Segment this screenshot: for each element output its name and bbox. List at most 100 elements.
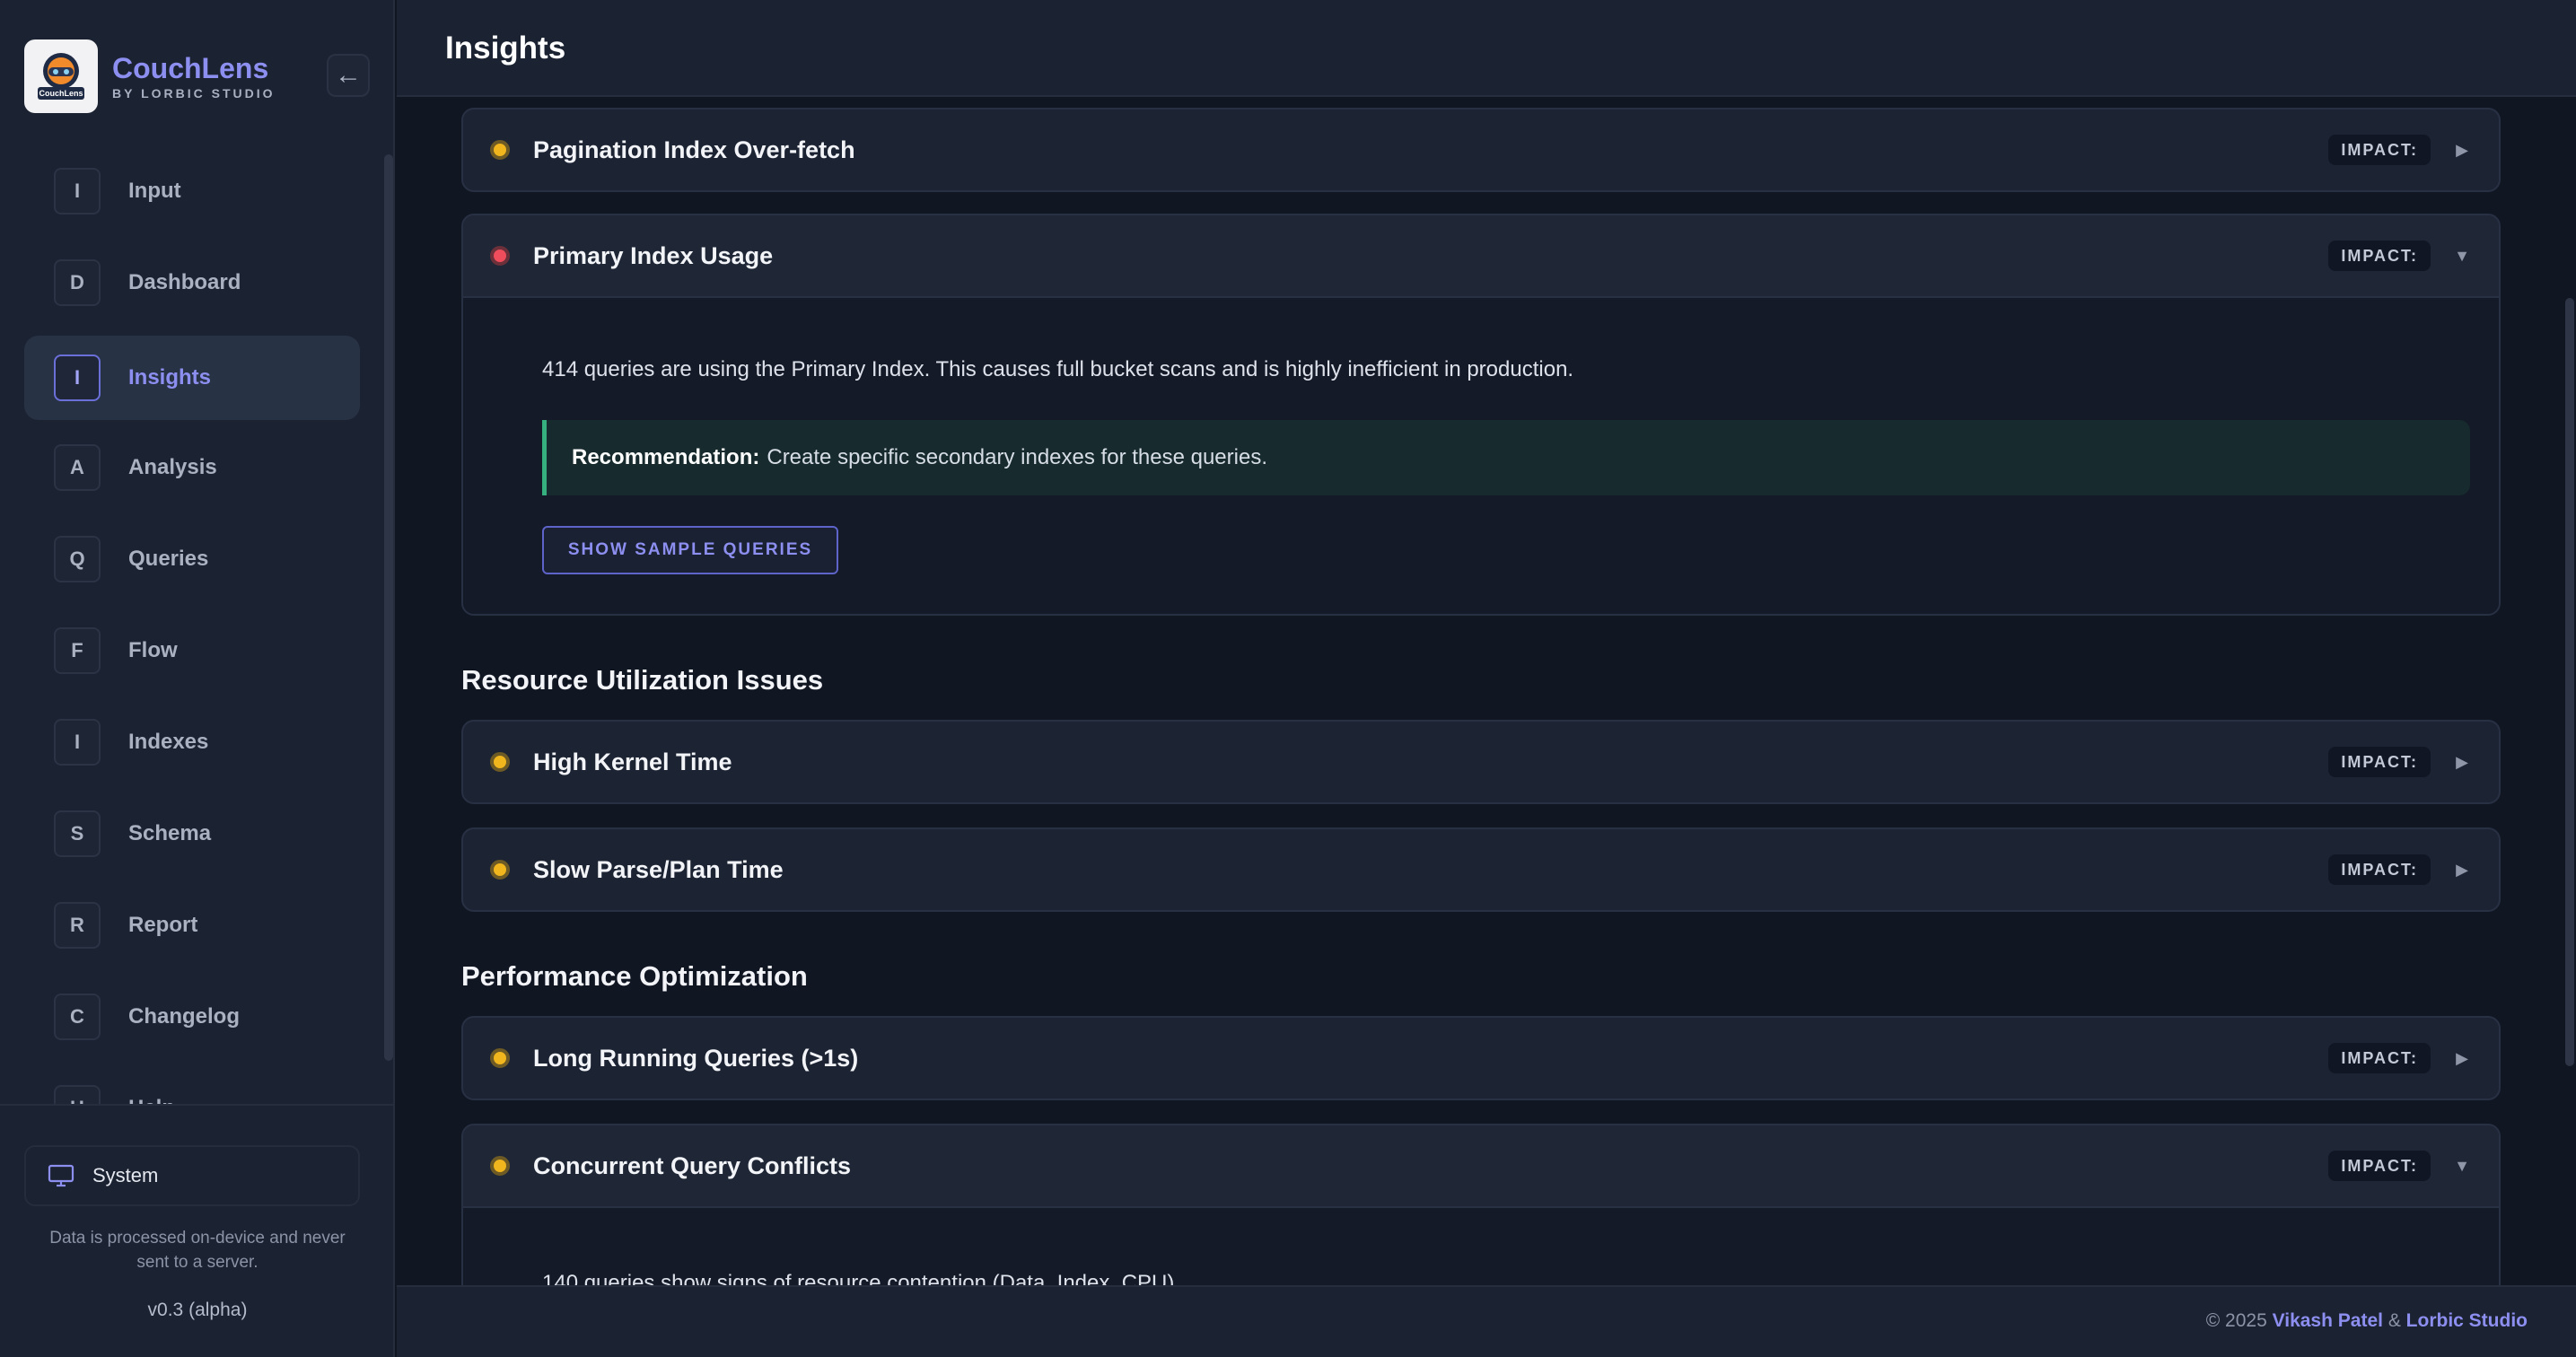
insight-title: High Kernel Time	[533, 749, 732, 775]
logo-icon: CouchLens	[38, 53, 84, 100]
insight-card: Slow Parse/Plan Time IMPACT: ▶	[461, 827, 2501, 912]
insight-description: 140 queries show signs of resource conte…	[542, 1271, 1181, 1285]
studio-link[interactable]: Lorbic Studio	[2406, 1310, 2528, 1331]
sidebar-item-label: Input	[128, 179, 181, 203]
nav-letter-icon: A	[54, 444, 101, 491]
logo: CouchLens	[24, 39, 98, 113]
impact-badge: IMPACT:	[2328, 135, 2431, 165]
insight-card: Pagination Index Over-fetch IMPACT: ▶	[461, 108, 2501, 192]
section-title: Resource Utilization Issues	[461, 664, 824, 696]
chevron-down-icon[interactable]: ▼	[2452, 1152, 2472, 1179]
chevron-down-icon[interactable]: ▼	[2452, 242, 2472, 269]
insight-description: 414 queries are using the Primary Index.…	[542, 357, 1574, 381]
insight-title: Long Running Queries (>1s)	[533, 1045, 859, 1072]
insight-card-header[interactable]: Slow Parse/Plan Time IMPACT: ▶	[463, 829, 2499, 910]
sidebar-item-label: Schema	[128, 821, 212, 845]
impact-badge: IMPACT:	[2328, 747, 2431, 777]
sidebar-item-label: Flow	[128, 638, 178, 662]
nav-letter-icon: I	[54, 719, 101, 766]
warning-dot-icon	[490, 860, 510, 880]
chevron-right-icon[interactable]: ▶	[2452, 1045, 2472, 1072]
insight-title: Slow Parse/Plan Time	[533, 856, 784, 883]
show-sample-queries-button[interactable]: SHOW SAMPLE QUERIES	[542, 526, 838, 574]
nav-letter-icon: R	[54, 902, 101, 949]
top-bar: Insights	[397, 0, 2576, 97]
section-title: Performance Optimization	[461, 960, 808, 992]
insight-card-header[interactable]: Pagination Index Over-fetch IMPACT: ▶	[463, 109, 2499, 190]
sidebar-item-label: Insights	[128, 365, 212, 390]
critical-dot-icon	[490, 246, 510, 266]
sidebar-item-changelog[interactable]: C Changelog	[24, 975, 360, 1059]
sidebar-footer: System Data is processed on-device and n…	[0, 1104, 395, 1357]
sidebar-item-help[interactable]: H Help	[24, 1066, 360, 1106]
recommendation-box: Recommendation: Create specific secondar…	[542, 420, 2470, 495]
nav-letter-icon: D	[54, 259, 101, 306]
nav-letter-icon: I	[54, 355, 101, 401]
author-link[interactable]: Vikash Patel	[2273, 1310, 2383, 1331]
insight-card: High Kernel Time IMPACT: ▶	[461, 720, 2501, 804]
warning-dot-icon	[490, 1048, 510, 1068]
sidebar-item-indexes[interactable]: I Indexes	[24, 700, 360, 784]
insight-title: Concurrent Query Conflicts	[533, 1152, 852, 1179]
insight-card-header[interactable]: Long Running Queries (>1s) IMPACT: ▶	[463, 1018, 2499, 1099]
sidebar-item-analysis[interactable]: A Analysis	[24, 425, 360, 510]
impact-badge: IMPACT:	[2328, 1043, 2431, 1073]
main-scrollbar[interactable]	[2565, 298, 2574, 1066]
chevron-right-icon[interactable]: ▶	[2452, 856, 2472, 883]
nav-letter-icon: I	[54, 168, 101, 214]
logo-text: CouchLens	[39, 89, 83, 98]
nav-letter-icon: S	[54, 810, 101, 857]
insight-card-header[interactable]: Primary Index Usage IMPACT: ▼	[463, 215, 2499, 298]
warning-dot-icon	[490, 752, 510, 772]
chevron-right-icon[interactable]: ▶	[2452, 749, 2472, 775]
sidebar-item-label: Changelog	[128, 1004, 240, 1029]
sidebar-item-label: Indexes	[128, 730, 209, 754]
warning-dot-icon	[490, 1156, 510, 1176]
brand-subtitle: BY LORBIC STUDIO	[112, 86, 276, 101]
warning-dot-icon	[490, 140, 510, 160]
recommendation-label: Recommendation:	[572, 445, 760, 469]
sidebar-scrollbar[interactable]	[384, 154, 393, 1061]
theme-label: System	[92, 1164, 159, 1186]
impact-badge: IMPACT:	[2328, 241, 2431, 271]
footer-copyright: © 2025	[2205, 1310, 2267, 1331]
impact-badge: IMPACT:	[2328, 854, 2431, 885]
theme-toggle-button[interactable]: System	[24, 1145, 360, 1206]
insight-title: Pagination Index Over-fetch	[533, 136, 855, 163]
sidebar-item-label: Queries	[128, 547, 209, 571]
nav-letter-icon: H	[54, 1085, 101, 1106]
nav-letter-icon: C	[54, 994, 101, 1040]
chevron-right-icon[interactable]: ▶	[2452, 136, 2472, 163]
nav-letter-icon: Q	[54, 536, 101, 582]
sidebar: CouchLens CouchLens BY LORBIC STUDIO ← I…	[0, 0, 395, 1357]
sidebar-item-queries[interactable]: Q Queries	[24, 517, 360, 601]
version-label: v0.3 (alpha)	[147, 1300, 248, 1320]
sidebar-item-report[interactable]: R Report	[24, 883, 360, 967]
nav-letter-icon: F	[54, 627, 101, 674]
sidebar-item-label: Dashboard	[128, 270, 241, 294]
insight-title: Primary Index Usage	[533, 242, 774, 269]
brand[interactable]: CouchLens CouchLens BY LORBIC STUDIO	[24, 39, 276, 113]
insights-content: Pagination Index Over-fetch IMPACT: ▶ Pr…	[397, 97, 2576, 1285]
page-title: Insights	[445, 31, 566, 66]
insight-card-header[interactable]: Concurrent Query Conflicts IMPACT: ▼	[463, 1125, 2499, 1208]
sidebar-item-label: Report	[128, 913, 198, 937]
sidebar-item-dashboard[interactable]: D Dashboard	[24, 241, 360, 325]
collapse-sidebar-button[interactable]: ←	[327, 54, 370, 97]
page-footer: © 2025 Vikash Patel & Lorbic Studio	[397, 1285, 2576, 1357]
recommendation-text: Create specific secondary indexes for th…	[767, 445, 1267, 469]
sidebar-item-flow[interactable]: F Flow	[24, 608, 360, 693]
impact-badge: IMPACT:	[2328, 1151, 2431, 1181]
brand-name: CouchLens	[112, 52, 269, 84]
sidebar-nav: I Input D Dashboard I Insights A Analysi…	[24, 149, 360, 1106]
sidebar-item-input[interactable]: I Input	[24, 149, 360, 233]
footer-amp: &	[2388, 1310, 2401, 1331]
insight-card-expanded: Primary Index Usage IMPACT: ▼ 414 querie…	[461, 214, 2501, 616]
sidebar-item-insights[interactable]: I Insights	[24, 336, 360, 420]
sidebar-item-label: Analysis	[128, 455, 217, 479]
insight-card-expanded: Concurrent Query Conflicts IMPACT: ▼ 140…	[461, 1124, 2501, 1285]
insight-card-body: 140 queries show signs of resource conte…	[463, 1208, 2499, 1285]
insight-card-header[interactable]: High Kernel Time IMPACT: ▶	[463, 722, 2499, 802]
sidebar-item-schema[interactable]: S Schema	[24, 792, 360, 876]
footer-credits: © 2025 Vikash Patel & Lorbic Studio	[2206, 1310, 2528, 1332]
